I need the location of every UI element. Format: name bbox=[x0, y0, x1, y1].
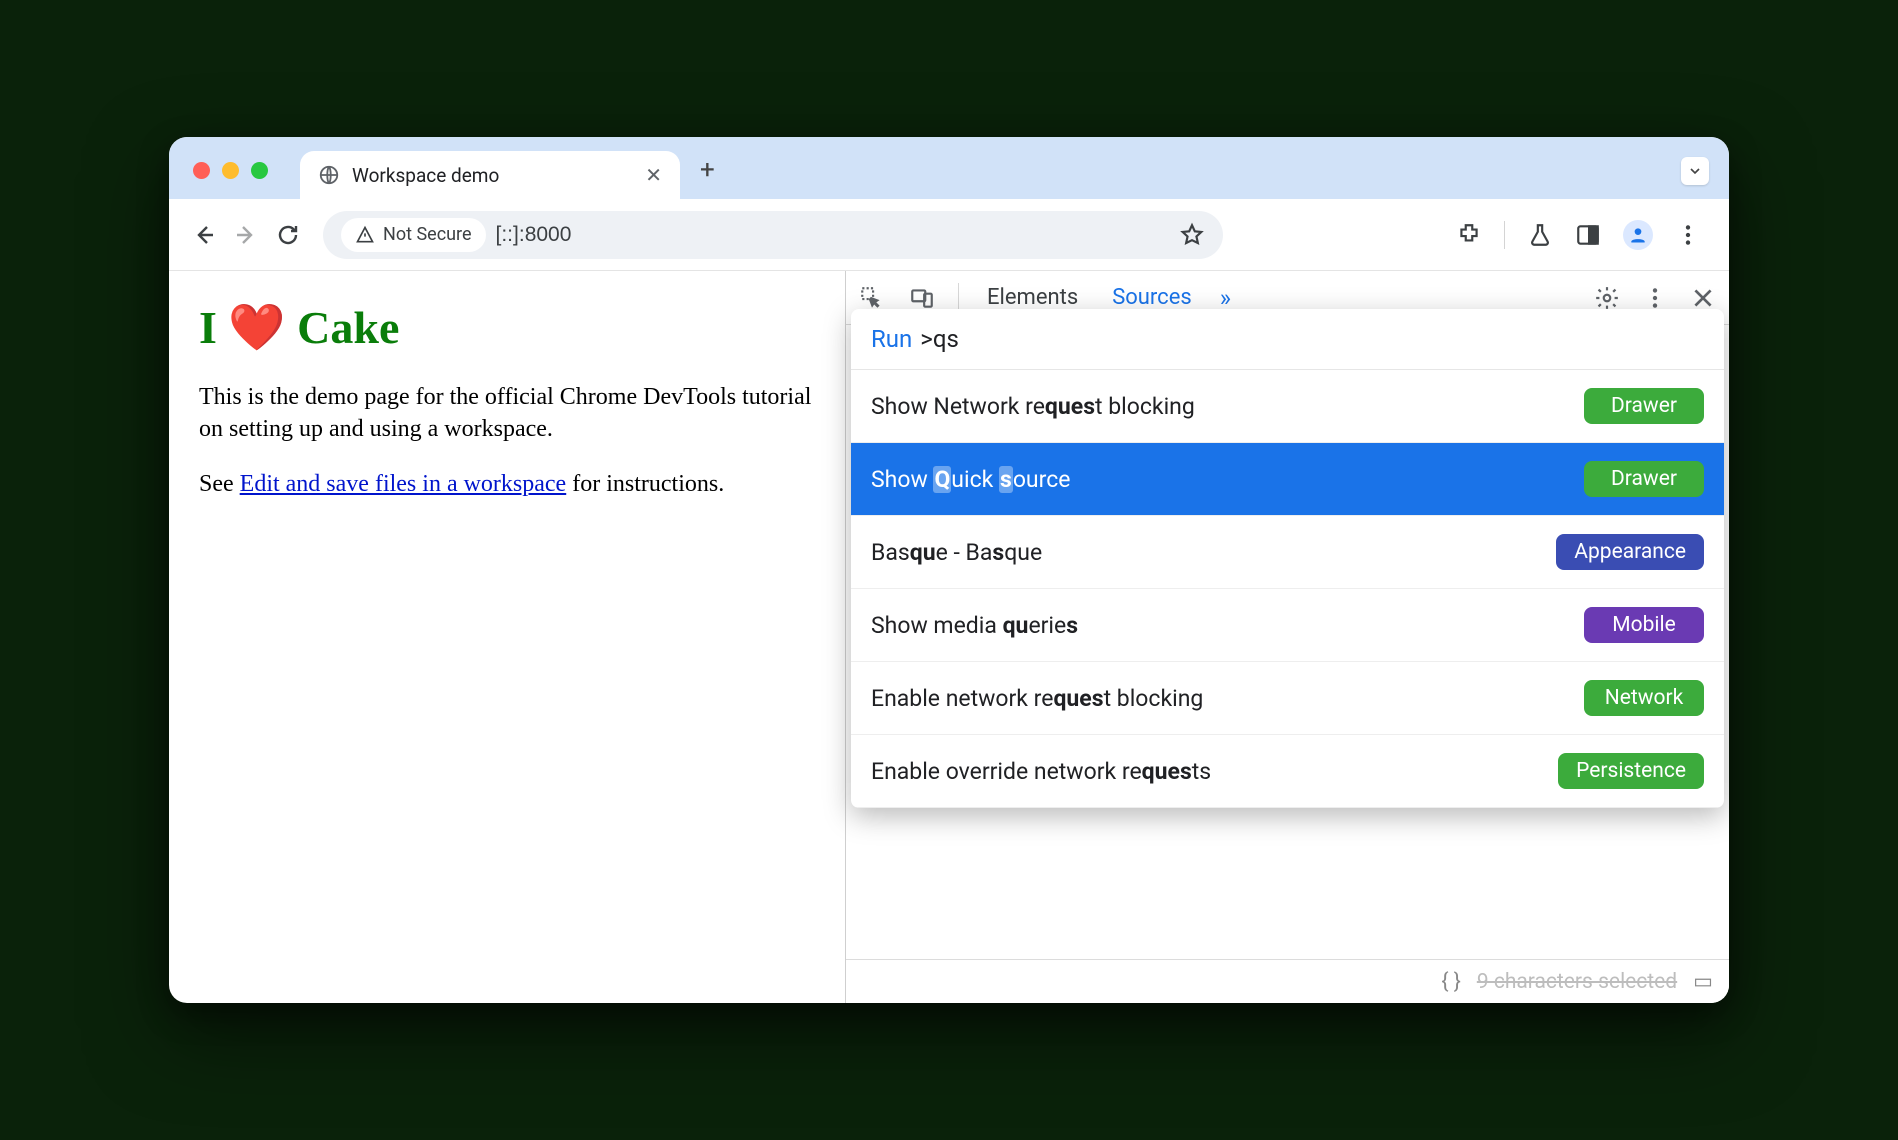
collapse-icon[interactable]: ▭ bbox=[1693, 969, 1713, 994]
workspace-link[interactable]: Edit and save files in a workspace bbox=[240, 471, 567, 497]
new-tab-button[interactable]: + bbox=[700, 155, 715, 185]
close-devtools-icon[interactable] bbox=[1689, 284, 1717, 312]
labs-icon[interactable] bbox=[1527, 222, 1553, 248]
tab-bar: Workspace demo ✕ + bbox=[169, 137, 1729, 199]
toolbar: Not Secure [::]:8000 bbox=[169, 199, 1729, 271]
command-item[interactable]: Show Quick source Drawer bbox=[851, 443, 1724, 516]
command-item-label: Show media queries bbox=[871, 612, 1078, 639]
page-paragraph-1: This is the demo page for the official C… bbox=[199, 381, 815, 446]
forward-button[interactable] bbox=[229, 218, 263, 252]
content-area: I ❤️ Cake This is the demo page for the … bbox=[169, 271, 1729, 1003]
command-badge: Appearance bbox=[1556, 534, 1704, 570]
command-badge: Drawer bbox=[1584, 388, 1704, 424]
see-suffix: for instructions. bbox=[566, 471, 724, 497]
command-badge: Persistence bbox=[1558, 753, 1704, 789]
device-toggle-icon[interactable] bbox=[908, 284, 936, 312]
divider bbox=[1504, 221, 1505, 249]
see-prefix: See bbox=[199, 471, 240, 497]
command-item-label: Show Quick source bbox=[871, 466, 1070, 493]
tab-sources[interactable]: Sources bbox=[1106, 285, 1198, 310]
page-paragraph-2: See Edit and save files in a workspace f… bbox=[199, 468, 815, 500]
address-bar[interactable]: Not Secure [::]:8000 bbox=[323, 211, 1223, 259]
tabs-dropdown-icon[interactable] bbox=[1681, 157, 1709, 185]
command-badge: Network bbox=[1584, 680, 1704, 716]
command-item[interactable]: Show media queries Mobile bbox=[851, 589, 1724, 662]
command-menu: Run >qs Show Network request blocking Dra… bbox=[851, 309, 1724, 808]
command-item[interactable]: Basque - Basque Appearance bbox=[851, 516, 1724, 589]
command-item-label: Show Network request blocking bbox=[871, 393, 1195, 420]
brackets-icon[interactable]: { } bbox=[1441, 970, 1460, 994]
window-controls bbox=[193, 162, 268, 179]
devtools-panel: Elements Sources » Run >qs Show Network … bbox=[845, 271, 1729, 1003]
tab-title: Workspace demo bbox=[352, 164, 633, 187]
page-body: I ❤️ Cake This is the demo page for the … bbox=[169, 271, 845, 1003]
command-item[interactable]: Enable network request blocking Network bbox=[851, 662, 1724, 735]
command-badge: Mobile bbox=[1584, 607, 1704, 643]
command-query: >qs bbox=[920, 325, 959, 353]
command-input-row[interactable]: Run >qs bbox=[851, 309, 1724, 370]
command-item-label: Enable network request blocking bbox=[871, 685, 1203, 712]
run-label: Run bbox=[871, 325, 912, 353]
kebab-icon[interactable] bbox=[1641, 284, 1669, 312]
profile-avatar[interactable] bbox=[1623, 220, 1653, 250]
tab-elements[interactable]: Elements bbox=[981, 285, 1084, 310]
status-text: 9 characters selected bbox=[1477, 970, 1677, 994]
back-button[interactable] bbox=[187, 218, 221, 252]
star-icon[interactable] bbox=[1179, 222, 1205, 248]
close-tab-icon[interactable]: ✕ bbox=[645, 163, 662, 187]
extensions-icon[interactable] bbox=[1456, 222, 1482, 248]
page-heading: I ❤️ Cake bbox=[199, 301, 815, 355]
command-item[interactable]: Show Network request blocking Drawer bbox=[851, 370, 1724, 443]
divider bbox=[958, 283, 959, 313]
sidepanel-icon[interactable] bbox=[1575, 222, 1601, 248]
kebab-menu-icon[interactable] bbox=[1675, 222, 1701, 248]
browser-window: Workspace demo ✕ + Not Secure [::]:8000 bbox=[169, 137, 1729, 1003]
devtools-statusbar: { } 9 characters selected ▭ bbox=[846, 959, 1729, 1003]
gear-icon[interactable] bbox=[1593, 284, 1621, 312]
inspect-icon[interactable] bbox=[858, 284, 886, 312]
security-label: Not Secure bbox=[383, 224, 472, 245]
command-item[interactable]: Enable override network requests Persiste… bbox=[851, 735, 1724, 808]
command-item-label: Enable override network requests bbox=[871, 758, 1211, 785]
toolbar-right bbox=[1456, 220, 1711, 250]
command-item-label: Basque - Basque bbox=[871, 539, 1042, 566]
browser-tab[interactable]: Workspace demo ✕ bbox=[300, 151, 680, 199]
url-text: [::]:8000 bbox=[496, 223, 572, 247]
minimize-window-icon[interactable] bbox=[222, 162, 239, 179]
command-badge: Drawer bbox=[1584, 461, 1704, 497]
globe-icon bbox=[318, 164, 340, 186]
reload-button[interactable] bbox=[271, 218, 305, 252]
close-window-icon[interactable] bbox=[193, 162, 210, 179]
command-list: Show Network request blockingDrawerShow … bbox=[851, 370, 1724, 808]
more-tabs-icon[interactable]: » bbox=[1220, 284, 1231, 312]
security-chip[interactable]: Not Secure bbox=[341, 218, 486, 252]
maximize-window-icon[interactable] bbox=[251, 162, 268, 179]
